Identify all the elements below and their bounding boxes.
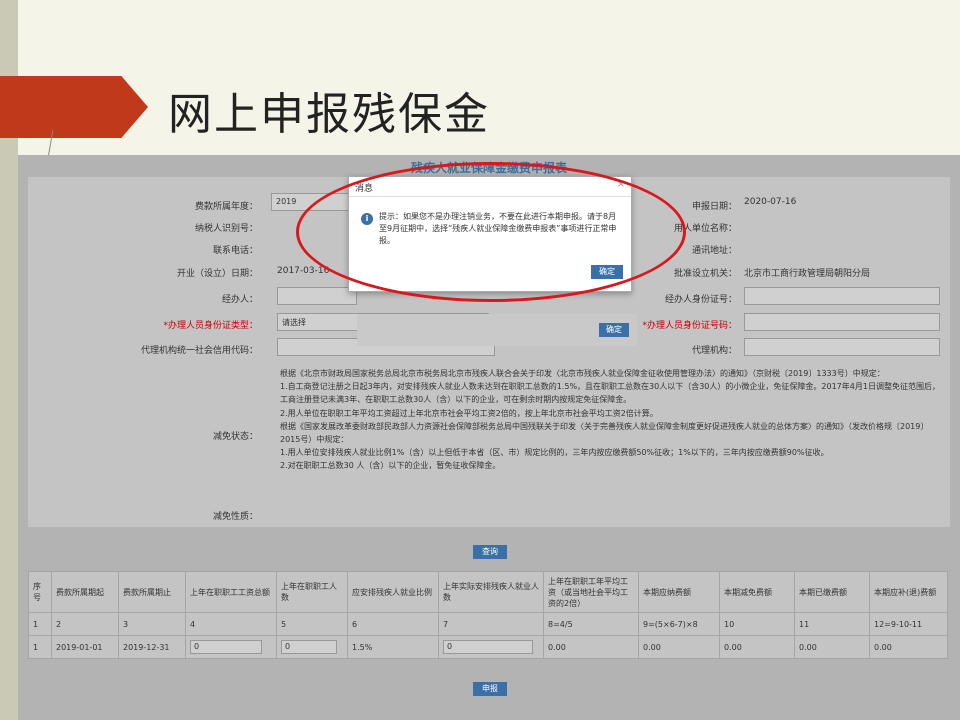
column-header: 本期减免费额	[719, 571, 795, 613]
open-date-value: 2017-03-16	[277, 266, 330, 276]
table-cell: 8=4/5	[543, 612, 639, 636]
relief-nature-label: 减免性质：	[212, 512, 258, 522]
table-header-row: 序号 费款所属期起 费款所属期止 上年在职职工工资总额 上年在职职工人数 应安排…	[28, 571, 948, 613]
table-cell: 3	[118, 612, 186, 636]
notice-line: 1.用人单位安排残疾人就业比例1%（含）以上但低于本省（区、市）规定比例的，三年…	[280, 448, 829, 458]
agent-input[interactable]	[744, 338, 940, 356]
table-cell: 2019-12-31	[118, 635, 186, 659]
table-row: 1 2019-01-01 2019-12-31 0 0 1.5% 0 0.00 …	[28, 635, 948, 659]
table-cell: 2	[51, 612, 119, 636]
background-ok-button[interactable]: 确定	[599, 323, 629, 337]
id-type-label: *办理人员身份证类型：	[163, 321, 258, 331]
table-cell: 1	[28, 612, 52, 636]
notice-line: 1.自工商登记注册之日起3年内，对安排残疾人就业人数未达到在职职工总数的1.5%…	[280, 382, 940, 405]
title-arrow-decoration	[0, 76, 148, 138]
table-cell: 10	[719, 612, 795, 636]
query-button[interactable]: 查询	[473, 545, 507, 559]
table-cell: 0	[276, 635, 348, 659]
table-row: 1 2 3 4 5 6 7 8=4/5 9=(5×6-7)×8 10 11 12…	[28, 612, 948, 636]
fee-year-label: 费款所属年度：	[194, 202, 258, 212]
table-cell: 0	[185, 635, 277, 659]
disabled-employed-input[interactable]: 0	[443, 640, 533, 654]
employee-count-input[interactable]: 0	[281, 640, 337, 654]
table-cell: 0.00	[794, 635, 870, 659]
table-cell: 0.00	[638, 635, 720, 659]
column-header: 本期应补(退)费额	[869, 571, 948, 613]
column-header: 上年实际安排残疾人就业人数	[438, 571, 544, 613]
column-header: 应安排残疾人就业比例	[347, 571, 439, 613]
column-header: 本期已缴费额	[794, 571, 870, 613]
column-header: 上年在职职工工资总额	[185, 571, 277, 613]
relief-notice: 根据《北京市财政局国家税务总局北京市税务局北京市残疾人联合会关于印发〈北京市残疾…	[280, 367, 940, 473]
column-header: 费款所属期起	[51, 571, 119, 613]
table-cell: 0	[438, 635, 544, 659]
agent-credit-code-label: 代理机构统一社会信用代码：	[140, 346, 258, 356]
column-header: 上年在职职工人数	[276, 571, 348, 613]
table-cell: 0.00	[543, 635, 639, 659]
processor-id-input[interactable]	[744, 313, 940, 331]
report-date-value: 2020-07-16	[744, 197, 797, 207]
table-cell: 7	[438, 612, 544, 636]
table-cell: 6	[347, 612, 439, 636]
table-cell: 4	[185, 612, 277, 636]
table-cell: 0.00	[869, 635, 948, 659]
highlight-circle	[296, 162, 686, 302]
relief-status-label: 减免状态：	[212, 432, 258, 442]
salary-total-input[interactable]: 0	[190, 640, 262, 654]
table-cell: 0.00	[719, 635, 795, 659]
handler-id-input[interactable]	[744, 287, 940, 305]
column-header: 序号	[28, 571, 52, 613]
table-cell: 5	[276, 612, 348, 636]
table-cell: 1	[28, 635, 52, 659]
table-cell: 9=(5×6-7)×8	[638, 612, 720, 636]
open-date-label: 开业（设立）日期：	[176, 269, 258, 279]
column-header: 上年在职职工年平均工资（或当地社会平均工资的2倍）	[543, 571, 639, 613]
table-cell: 2019-01-01	[51, 635, 119, 659]
table-cell: 11	[794, 612, 870, 636]
taxpayer-id-label: 纳税人识别号：	[194, 224, 258, 234]
notice-line: 根据《国家发展改革委财政部民政部人力资源社会保障部税务总局中国残联关于印发〈关于…	[280, 421, 929, 445]
column-header: 本期应纳费额	[638, 571, 720, 613]
notice-line: 2.用人单位在职职工年平均工资超过上年北京市社会平均工资2倍的，按上年北京市社会…	[280, 408, 658, 418]
notice-line: 根据《北京市财政局国家税务总局北京市税务局北京市残疾人联合会关于印发〈北京市残疾…	[280, 369, 885, 378]
background-dialog: 确定	[357, 314, 637, 346]
table-cell: 12=9-10-11	[869, 612, 948, 636]
slide-title: 网上申报残保金	[168, 89, 490, 140]
fee-table: 序号 费款所属期起 费款所属期止 上年在职职工工资总额 上年在职职工人数 应安排…	[28, 571, 948, 659]
column-header: 费款所属期止	[118, 571, 186, 613]
handler-label: 经办人：	[221, 295, 258, 305]
submit-button[interactable]: 申报	[473, 682, 507, 696]
notice-line: 2.对在职职工总数30 人（含）以下的企业，暂免征收保障金。	[280, 461, 501, 471]
table-cell: 1.5%	[347, 635, 439, 659]
handler-input[interactable]	[277, 287, 357, 305]
approval-org-value: 北京市工商行政管理局朝阳分局	[744, 269, 871, 279]
contact-phone-label: 联系电话：	[212, 246, 258, 256]
